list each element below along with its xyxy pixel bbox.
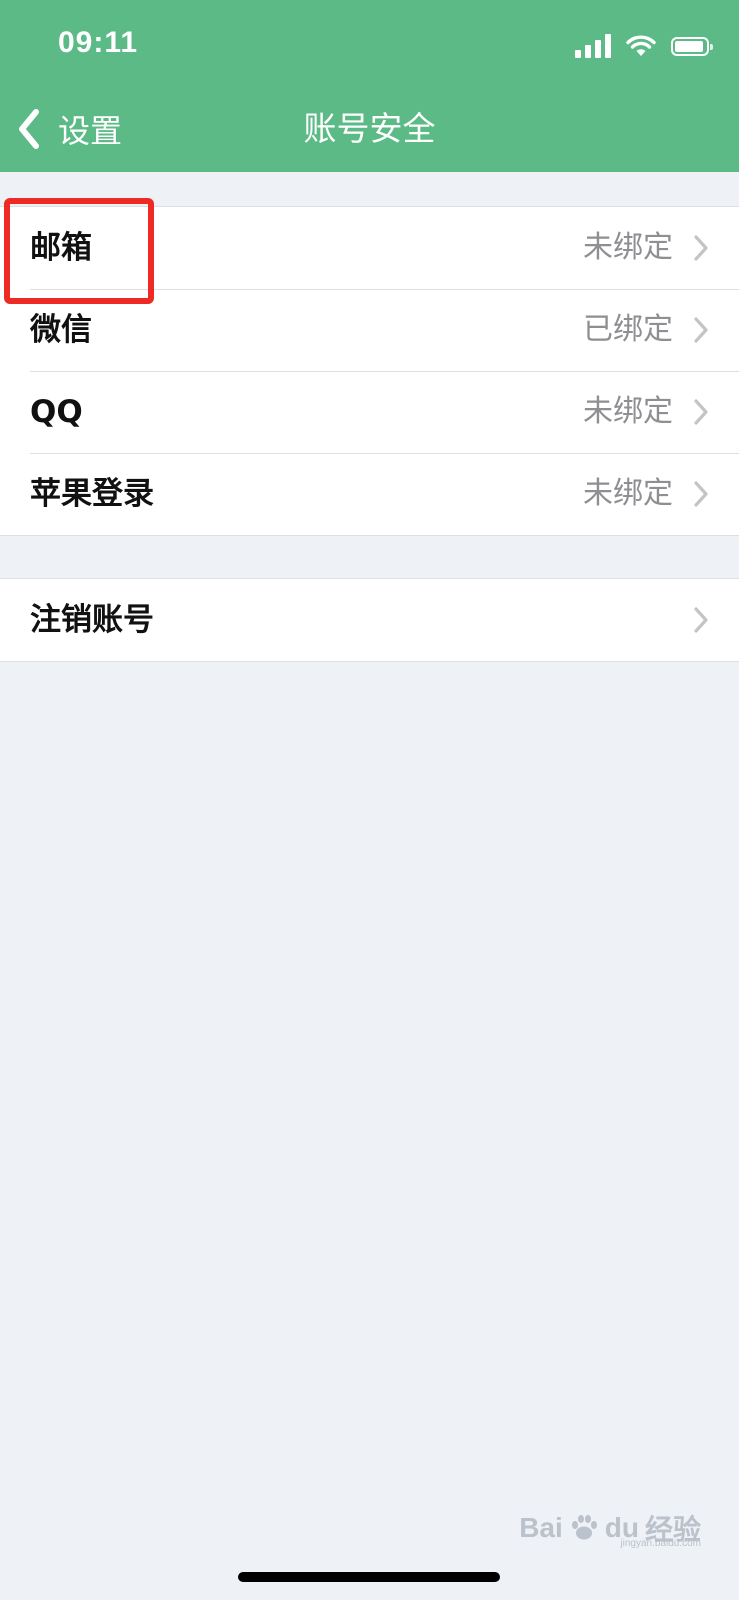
chevron-right-icon <box>694 607 708 633</box>
row-label: QQ <box>30 394 83 430</box>
paw-icon <box>571 1515 597 1540</box>
chevron-right-icon <box>694 481 708 507</box>
row-status: 未绑定 <box>583 394 673 429</box>
list-item-email[interactable]: 邮箱 未绑定 <box>0 207 739 289</box>
binding-list: 邮箱 未绑定 微信 已绑定 QQ 未绑定 苹果登录 未绑定 <box>0 206 739 536</box>
baidu-watermark: Bai du 经验 jingyan.baidu.com <box>519 1508 701 1549</box>
row-label: 注销账号 <box>30 602 154 638</box>
status-time: 09:11 <box>58 26 139 59</box>
row-status: 未绑定 <box>583 476 673 511</box>
list-item-qq[interactable]: QQ 未绑定 <box>0 371 739 453</box>
list-item-delete-account[interactable]: 注销账号 <box>0 579 739 661</box>
wifi-icon <box>626 35 656 56</box>
list-item-wechat[interactable]: 微信 已绑定 <box>0 289 739 371</box>
chevron-right-icon <box>694 399 708 425</box>
watermark-url: jingyan.baidu.com <box>620 1538 701 1549</box>
list-item-apple-login[interactable]: 苹果登录 未绑定 <box>0 453 739 535</box>
account-actions: 注销账号 <box>0 578 739 662</box>
row-label: 邮箱 <box>30 230 92 266</box>
signal-icon <box>575 34 611 58</box>
app-header: 09:11 设置 账号安全 <box>0 0 739 172</box>
page-title: 账号安全 <box>303 109 436 148</box>
home-indicator[interactable] <box>238 1572 500 1582</box>
chevron-right-icon <box>694 235 708 261</box>
row-label: 微信 <box>30 312 92 348</box>
watermark-brand: Bai <box>519 1512 563 1543</box>
battery-icon <box>671 36 713 56</box>
row-status: 未绑定 <box>583 230 673 265</box>
chevron-right-icon <box>694 317 708 343</box>
row-label: 苹果登录 <box>30 476 154 512</box>
status-icons <box>575 30 713 62</box>
row-status: 已绑定 <box>583 312 673 347</box>
